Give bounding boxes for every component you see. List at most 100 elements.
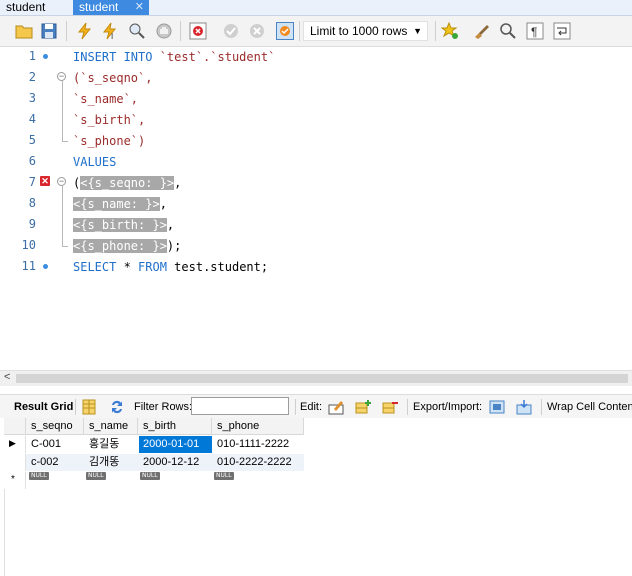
- toggle-error-icon[interactable]: [189, 22, 207, 40]
- line-number: 11: [21, 259, 36, 273]
- code-line-6: VALUES: [73, 155, 117, 169]
- column-header-s-birth[interactable]: s_birth: [138, 418, 212, 435]
- null-badge[interactable]: NULL: [140, 472, 160, 480]
- tab-student-1[interactable]: student: [0, 0, 70, 15]
- code-line-1: INSERT INTO `test`.`student`: [73, 49, 275, 65]
- code-line-10: <{s_phone: }>);: [73, 238, 181, 254]
- table-cell[interactable]: 홍길동: [85, 436, 138, 453]
- placeholder-highlight[interactable]: <{s_seqno: }>: [80, 176, 175, 190]
- code-text: test.student;: [166, 260, 269, 274]
- edit-row-icon[interactable]: [328, 399, 344, 415]
- export-import-label: Export/Import:: [413, 401, 483, 413]
- column-header-s-phone[interactable]: s_phone: [212, 418, 304, 435]
- close-icon[interactable]: ✕: [135, 0, 144, 14]
- export-icon[interactable]: [489, 399, 505, 415]
- code-line-8: <{s_name: }>,: [73, 196, 167, 212]
- fold-toggle-icon[interactable]: −: [57, 72, 66, 81]
- error-icon[interactable]: ✕: [40, 176, 50, 186]
- wrap-cell-content-label: Wrap Cell Content:: [547, 401, 632, 413]
- filter-rows-label: Filter Rows:: [134, 401, 193, 413]
- statement-marker-icon: [43, 264, 48, 269]
- line-number: 9: [28, 217, 36, 231]
- table-cell[interactable]: 김개똥: [85, 454, 138, 471]
- column-header-s-name[interactable]: s_name: [84, 418, 138, 435]
- tab-label: student: [6, 0, 46, 14]
- code-text: ,: [174, 176, 182, 190]
- row-header-corner: [4, 418, 26, 435]
- new-row-marker: *: [11, 474, 15, 485]
- current-row-icon: ▶: [9, 438, 16, 448]
- auto-commit-icon[interactable]: [276, 22, 294, 40]
- line-number: 1: [28, 49, 36, 63]
- edit-label: Edit:: [300, 401, 323, 413]
- scroll-left-icon[interactable]: <: [4, 371, 10, 383]
- table-cell[interactable]: 010-1111-2222: [213, 436, 304, 453]
- column-header-s-seqno[interactable]: s_seqno: [26, 418, 84, 435]
- wrap-icon[interactable]: [553, 22, 571, 40]
- placeholder-highlight[interactable]: <{s_phone: }>: [73, 239, 167, 253]
- save-icon[interactable]: [40, 22, 58, 40]
- limit-rows-select[interactable]: Limit to 1000 rows ▼: [303, 21, 428, 41]
- row-indicator[interactable]: *: [4, 472, 26, 489]
- execute-icon[interactable]: [76, 22, 94, 40]
- null-badge[interactable]: NULL: [29, 472, 49, 480]
- code-line-9: <{s_birth: }>,: [73, 217, 174, 233]
- code-line-5: `s_phone`): [73, 134, 146, 148]
- bookmark-star-icon[interactable]: [441, 22, 459, 40]
- svg-text:I: I: [111, 32, 113, 40]
- line-number: 7: [28, 175, 36, 189]
- sql-editor-toolbar: I Limit to 1000 rows ▼ ¶: [0, 16, 632, 47]
- open-folder-icon[interactable]: [15, 22, 33, 40]
- code-line-11: SELECT * FROM test.student;: [73, 259, 268, 275]
- grid-view-icon[interactable]: [81, 399, 97, 415]
- code-line-7: (<{s_seqno: }>,: [73, 175, 181, 191]
- stop-icon[interactable]: [155, 22, 173, 40]
- pilcrow-icon[interactable]: ¶: [526, 22, 544, 40]
- null-badge[interactable]: NULL: [86, 472, 106, 480]
- delete-row-icon[interactable]: [382, 399, 398, 415]
- code-text: ,: [159, 197, 167, 211]
- import-icon[interactable]: [516, 399, 532, 415]
- placeholder-highlight[interactable]: <{s_birth: }>: [73, 218, 167, 232]
- table-cell[interactable]: C-001: [27, 436, 84, 453]
- sql-keyword: SELECT: [73, 260, 117, 274]
- code-line-4: `s_birth`,: [73, 113, 146, 127]
- sql-editor[interactable]: 1 2 3 4 5 6 7 8 9 10 11 ✕ − − INSERT INT…: [0, 47, 632, 370]
- code-text: ,: [166, 218, 175, 232]
- rollback-icon[interactable]: [248, 22, 266, 40]
- find-icon[interactable]: [128, 22, 146, 40]
- table-cell[interactable]: 010-2222-2222: [213, 454, 304, 471]
- code-line-3: `s_name`,: [73, 92, 139, 106]
- sql-keyword: INSERT INTO: [73, 50, 153, 64]
- tab-student-2[interactable]: student ✕: [73, 0, 149, 15]
- table-cell[interactable]: c-002: [27, 454, 84, 471]
- line-number: 8: [28, 196, 36, 210]
- statement-marker-icon: [43, 54, 48, 59]
- line-number: 10: [21, 238, 36, 252]
- code-text: *: [116, 260, 139, 274]
- filter-rows-input[interactable]: [191, 397, 289, 415]
- fold-toggle-icon[interactable]: −: [57, 177, 66, 186]
- commit-icon[interactable]: [222, 22, 240, 40]
- null-badge[interactable]: NULL: [214, 472, 234, 480]
- chevron-down-icon: ▼: [413, 26, 422, 36]
- result-grid-label[interactable]: Result Grid: [14, 401, 73, 413]
- line-number: 2: [28, 70, 36, 84]
- tab-label: student: [79, 0, 119, 14]
- result-grid[interactable]: s_seqno s_name s_birth s_phone ▶ C-001 홍…: [0, 418, 632, 576]
- editor-horizontal-scrollbar[interactable]: <: [0, 370, 632, 386]
- scrollbar-thumb[interactable]: [16, 374, 628, 383]
- code-line-2: (`s_seqno`,: [73, 71, 153, 85]
- row-indicator[interactable]: [4, 454, 26, 471]
- execute-statement-icon[interactable]: I: [101, 22, 119, 40]
- placeholder-highlight[interactable]: <{s_name: }>: [73, 197, 160, 211]
- table-cell-selected[interactable]: 2000-01-01: [139, 436, 212, 453]
- row-indicator[interactable]: ▶: [4, 436, 26, 453]
- sql-keyword: FROM: [138, 260, 167, 274]
- line-number: 3: [28, 91, 36, 105]
- insert-row-icon[interactable]: [355, 399, 371, 415]
- search-icon[interactable]: [499, 22, 517, 40]
- brush-icon[interactable]: [472, 22, 490, 40]
- table-cell[interactable]: 2000-12-12: [139, 454, 212, 471]
- refresh-icon[interactable]: [109, 399, 125, 415]
